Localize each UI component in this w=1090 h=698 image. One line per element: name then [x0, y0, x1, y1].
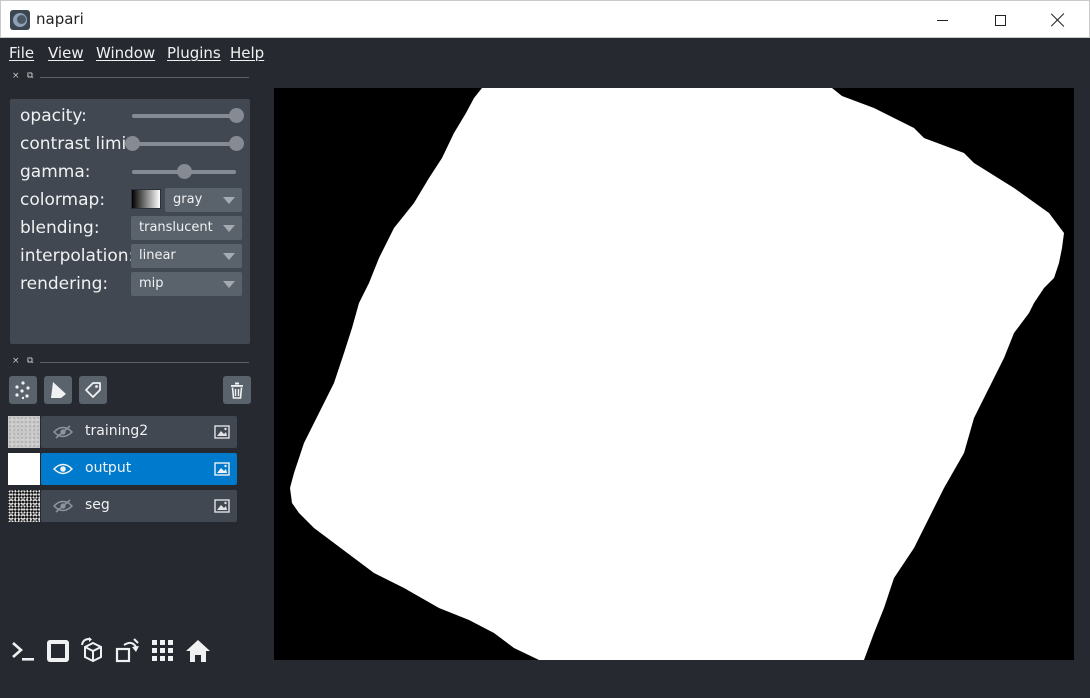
home-icon	[186, 640, 210, 662]
layer-body: output	[41, 453, 237, 485]
blending-value: translucent	[139, 220, 213, 235]
image-layer-icon	[214, 425, 230, 439]
home-button[interactable]	[183, 636, 213, 666]
image-layer-icon	[214, 462, 230, 476]
layer-controls-panel: opacity: contrast limits: gamma: colorma…	[10, 99, 250, 344]
opacity-slider-handle[interactable]	[229, 108, 244, 123]
console-icon	[12, 642, 34, 661]
gamma-label: gamma:	[20, 162, 91, 182]
layer-row-seg[interactable]: seg	[8, 490, 238, 522]
menu-window[interactable]: Window	[96, 44, 155, 62]
menu-plugins[interactable]: Plugins	[167, 44, 221, 62]
menu-help[interactable]: Help	[230, 44, 264, 62]
layer-name: seg	[85, 497, 110, 513]
colormap-value: gray	[173, 192, 203, 207]
layer-name: training2	[85, 423, 149, 439]
napari-logo-icon	[10, 10, 30, 30]
transpose-icon	[115, 638, 139, 663]
grid-icon	[152, 640, 173, 661]
console-button[interactable]	[8, 636, 38, 666]
interpolation-label: interpolation:	[20, 246, 135, 266]
opacity-label: opacity:	[20, 106, 87, 126]
menu-view[interactable]: View	[48, 44, 84, 62]
image-layer-icon	[214, 499, 230, 513]
blending-dropdown[interactable]: translucent	[131, 216, 242, 240]
menu-file[interactable]: File	[9, 44, 34, 62]
contrast-limits-slider[interactable]	[132, 142, 236, 146]
new-points-icon	[15, 381, 30, 400]
layer-name: output	[85, 460, 132, 476]
minimize-button[interactable]	[913, 1, 971, 39]
maximize-icon	[994, 14, 1006, 26]
colormap-label: colormap:	[20, 190, 106, 210]
window-title: napari	[36, 10, 84, 28]
window-titlebar: napari	[0, 0, 1090, 38]
contrast-low-handle[interactable]	[125, 136, 140, 151]
new-labels-icon	[85, 382, 101, 398]
output-image-mask	[290, 88, 1064, 660]
layer-body: seg	[41, 490, 237, 522]
menu-bar: File View Window Plugins Help	[0, 38, 1090, 68]
layer-body: training2	[41, 416, 237, 448]
opacity-slider[interactable]	[132, 114, 236, 118]
colormap-dropdown[interactable]: gray	[165, 188, 242, 212]
chevron-down-icon	[223, 281, 235, 288]
rendering-value: mip	[139, 276, 164, 291]
rendering-label: rendering:	[20, 274, 109, 294]
eye-hidden-icon[interactable]	[53, 499, 73, 513]
ndisplay-icon	[47, 640, 69, 662]
layer-row-training2[interactable]: training2	[8, 416, 238, 448]
eye-hidden-icon[interactable]	[53, 425, 73, 439]
dock-close-icon[interactable]: ×	[12, 71, 20, 81]
transpose-button[interactable]	[113, 636, 143, 666]
delete-layer-button[interactable]	[223, 376, 251, 404]
rendering-dropdown[interactable]: mip	[131, 272, 242, 296]
roll-dims-icon	[81, 637, 102, 663]
roll-dims-button[interactable]	[78, 636, 108, 666]
viewer-canvas[interactable]	[274, 88, 1074, 660]
new-shapes-icon	[51, 382, 66, 398]
layer-thumbnail	[8, 416, 40, 448]
chevron-down-icon	[223, 225, 235, 232]
layer-thumbnail	[8, 453, 40, 485]
new-points-button[interactable]	[9, 376, 37, 404]
dock-title-rule	[40, 77, 249, 78]
close-icon	[1051, 13, 1065, 27]
layer-thumbnail	[8, 490, 40, 522]
interpolation-value: linear	[139, 248, 176, 263]
contrast-limits-label: contrast limits:	[20, 134, 128, 154]
close-button[interactable]	[1029, 1, 1087, 39]
layer-row-output[interactable]: output	[8, 453, 238, 485]
eye-visible-icon[interactable]	[53, 462, 73, 476]
contrast-high-handle[interactable]	[229, 136, 244, 151]
dock-float-icon[interactable]: ⧉	[27, 356, 33, 366]
gamma-slider-handle[interactable]	[177, 164, 192, 179]
dock-close-icon[interactable]: ×	[12, 356, 20, 366]
grid-view-button[interactable]	[148, 636, 178, 666]
blending-label: blending:	[20, 218, 100, 238]
new-shapes-button[interactable]	[44, 376, 72, 404]
new-labels-button[interactable]	[79, 376, 107, 404]
maximize-button[interactable]	[971, 1, 1029, 39]
colormap-preview	[131, 189, 161, 209]
dock-title-rule	[40, 362, 249, 363]
dock-float-icon[interactable]: ⧉	[27, 71, 33, 81]
chevron-down-icon	[223, 253, 235, 260]
interpolation-dropdown[interactable]: linear	[131, 244, 242, 268]
ndisplay-button[interactable]	[43, 636, 73, 666]
chevron-down-icon	[223, 197, 235, 204]
minimize-icon	[936, 19, 948, 21]
delete-layer-icon	[231, 382, 243, 399]
